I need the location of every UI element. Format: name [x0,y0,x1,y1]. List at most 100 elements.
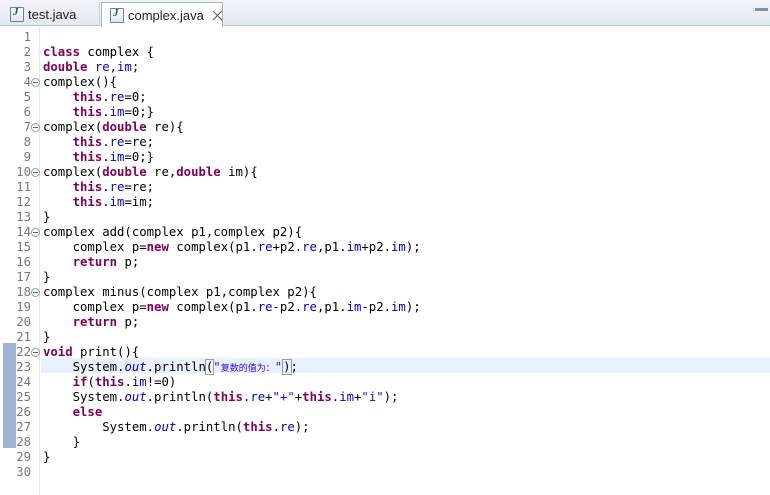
code-line[interactable]: 27 System.out.println(this.re); [0,420,770,435]
code-token: 复数的值为： [220,364,275,374]
code-line[interactable]: 30 [0,465,770,480]
code-token: re [109,90,125,104]
code-token: .println [146,360,206,374]
minimize-icon[interactable] [755,8,768,11]
code-line[interactable]: 23 System.out.println("复数的值为："); [0,359,770,375]
code-line[interactable]: 24 if(this.im!=0) [0,375,770,390]
code-text: } [43,450,50,465]
code-line[interactable]: 29} [0,450,770,465]
code-text: complex(double re){ [43,120,184,135]
close-icon[interactable] [212,10,223,21]
code-token: . [102,90,110,104]
code-token: new [146,300,169,314]
tab-label: test.java [28,6,77,22]
code-token: . [102,105,110,119]
code-line[interactable]: 14 complex add(complex p1,complex p2){ [0,225,770,240]
code-line[interactable]: 15 complex p=new complex(p1.re+p2.re,p1.… [0,240,770,255]
code-lines[interactable]: 1 2 class complex {3 double re,im; 4 complex(… [0,30,770,480]
code-token: } [43,450,51,464]
code-line[interactable]: 28 } [0,435,770,450]
code-line[interactable]: 26 else [0,405,770,420]
code-token: } [43,270,51,284]
code-text: } [43,210,50,225]
code-token: complex minus(complex p1,complex p2){ [43,285,317,299]
code-line[interactable]: 1 [0,30,770,45]
fold-collapse-icon[interactable] [31,78,40,87]
line-number: 8 [23,135,31,149]
editor-tab-bar: J test.java J complex.java [0,0,770,27]
code-token: im [109,105,125,119]
tab-complex-java[interactable]: J complex.java [101,2,223,27]
code-line[interactable]: 21} [0,330,770,345]
code-token: double [176,165,221,179]
code-token: re){ [146,120,184,134]
code-token: out [124,390,147,404]
tab-label: complex.java [128,7,204,23]
code-text: complex p=new complex(p1.re-p2.re,p1.im-… [43,300,421,315]
code-token: =0;} [124,105,155,119]
code-text: if(this.im!=0) [43,375,177,390]
code-editor[interactable]: 1 2 class complex {3 double re,im; 4 complex(… [0,27,770,495]
code-text: } [43,270,50,285]
code-token: print(){ [72,345,140,359]
code-line[interactable]: 7 complex(double re){ [0,120,770,135]
code-line[interactable]: 9 this.im=0;} [0,150,770,165]
code-token: . [272,420,280,434]
code-token: this [72,195,103,209]
fold-collapse-icon[interactable] [31,288,40,297]
line-number: 17 [16,270,31,284]
code-line[interactable]: 17} [0,270,770,285]
code-text: complex(){ [43,75,117,90]
line-number: 25 [16,390,31,404]
fold-collapse-icon[interactable] [31,348,40,357]
fold-collapse-icon[interactable] [31,168,40,177]
code-line[interactable]: 2 class complex { [0,45,770,60]
code-token: return [72,315,118,329]
code-line[interactable]: 18 complex minus(complex p1,complex p2){ [0,285,770,300]
code-line[interactable]: 8 this.re=re; [0,135,770,150]
code-token: im [109,150,125,164]
code-line[interactable]: 5 this.re=0; [0,90,770,105]
code-line[interactable]: 19 complex p=new complex(p1.re-p2.re,p1.… [0,300,770,315]
line-number: 15 [16,240,31,254]
code-text: void print(){ [43,345,139,360]
code-line[interactable]: 12 this.im=im; [0,195,770,210]
code-text: this.im=0;} [43,105,154,120]
code-line[interactable]: 22 void print(){ [0,345,770,360]
code-line[interactable]: 20 return p; [0,315,770,330]
fold-collapse-icon[interactable] [31,123,40,132]
code-token: "i" [361,390,384,404]
line-number: 16 [16,255,31,269]
code-token: . [102,150,110,164]
line-number: 27 [16,420,31,434]
code-line[interactable]: 11 this.re=re; [0,180,770,195]
line-number: 2 [23,45,31,59]
code-token: .println( [176,420,243,434]
line-number: 20 [16,315,31,329]
code-line[interactable]: 6 this.im=0;} [0,105,770,120]
code-line[interactable]: 3 double re,im; [0,60,770,75]
tab-test-java[interactable]: J test.java [2,2,100,26]
code-token: ; [131,60,140,74]
fold-collapse-icon[interactable] [31,228,40,237]
code-line[interactable]: 10 complex(double re,double im){ [0,165,770,180]
code-token: =re; [124,135,155,149]
code-token: re [257,240,273,254]
code-line[interactable]: 25 System.out.println(this.re+"+"+this.i… [0,390,770,405]
code-token: " [213,360,221,374]
code-text: this.re=re; [43,135,154,150]
code-token: ); [405,240,421,254]
code-token: re [94,60,110,74]
code-token: ,p1. [316,240,347,254]
code-line[interactable]: 13} [0,210,770,225]
code-line[interactable]: 16 return p; [0,255,770,270]
line-number: 3 [23,60,31,74]
code-token: . [102,195,110,209]
code-line[interactable]: 4 complex(){ [0,75,770,90]
line-number: 5 [23,90,31,104]
code-token: ) [282,359,292,375]
